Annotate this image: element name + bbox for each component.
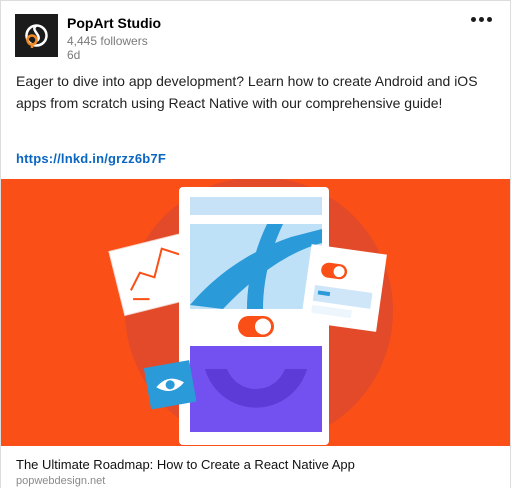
post-card: PopArt Studio 4,445 followers 6d Eager t… xyxy=(0,0,511,488)
post-time: 6d xyxy=(67,48,81,62)
more-options-icon[interactable] xyxy=(469,14,495,26)
company-logo-icon[interactable] xyxy=(15,14,58,57)
toggle-card-icon xyxy=(300,244,387,332)
eye-badge-icon xyxy=(143,360,197,410)
post-header: PopArt Studio 4,445 followers 6d xyxy=(15,14,495,62)
post-link[interactable]: https://lnkd.in/grzz6b7F xyxy=(16,151,166,166)
article-image[interactable] xyxy=(1,179,510,446)
company-name[interactable]: PopArt Studio xyxy=(67,15,161,31)
article-domain: popwebdesign.net xyxy=(16,475,106,487)
article-meta[interactable]: The Ultimate Roadmap: How to Create a Re… xyxy=(1,446,510,488)
follower-count: 4,445 followers xyxy=(67,34,148,48)
article-title[interactable]: The Ultimate Roadmap: How to Create a Re… xyxy=(16,457,355,472)
post-text: Eager to dive into app development? Lear… xyxy=(16,73,478,111)
